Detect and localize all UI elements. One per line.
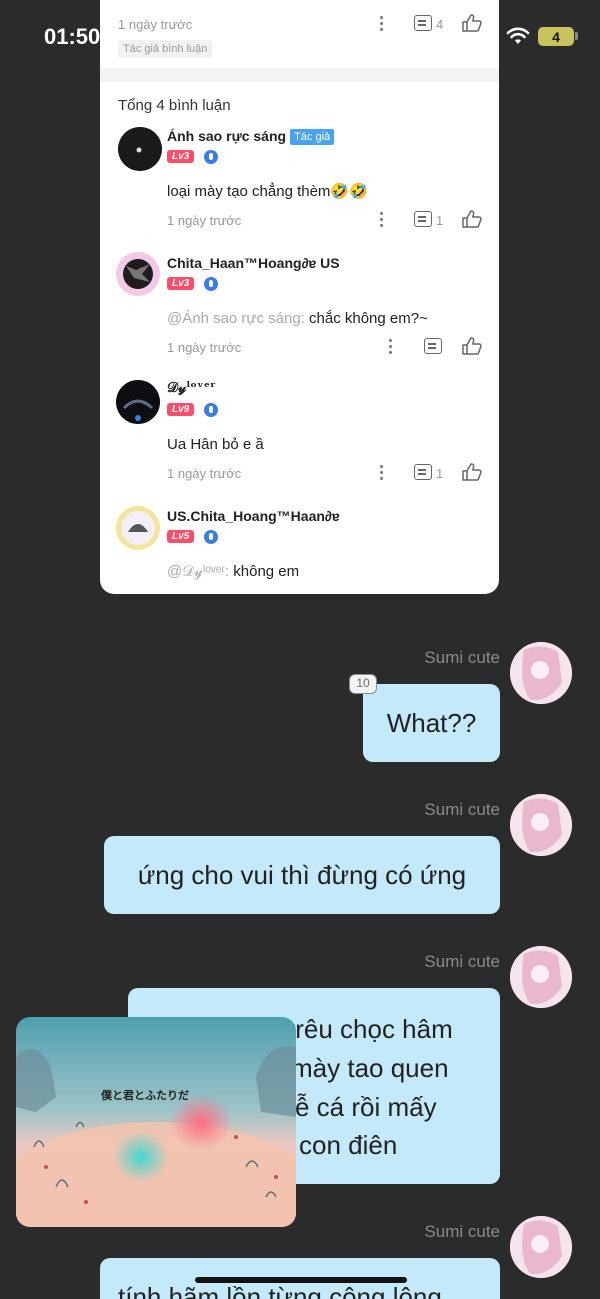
avatar[interactable] <box>116 252 160 296</box>
message-text: ứng cho vui thì đừng có ứng <box>137 859 467 890</box>
more-icon[interactable] <box>380 16 384 32</box>
battery-level: 4 <box>552 28 560 45</box>
comments-card: 1 ngày trước 4 Tác giả bình luận Tổng 4 … <box>100 0 499 594</box>
reply-count: 1 <box>436 213 444 228</box>
status-time: 01:50 <box>44 24 101 49</box>
comment-body: không em <box>229 563 300 580</box>
sender-name: Sumi cute <box>424 952 500 971</box>
comment-author-name[interactable]: US.Chita_Hoang™Haan∂ɐ <box>167 508 340 524</box>
comment-author-name: Ánh sao rực sáng <box>167 128 287 144</box>
comment-text: Ua Hân bỏ e ầ <box>167 436 264 453</box>
post-time: 1 ngày trước <box>118 17 193 32</box>
comment-time: 1 ngày trước <box>167 213 242 228</box>
verified-icon <box>204 277 218 291</box>
message-line: con điên <box>299 1130 398 1160</box>
message-text: What?? <box>386 707 477 738</box>
mention[interactable]: @𝒟𝓎ˡᵒᵛᵉʳ: <box>167 563 229 580</box>
avatar[interactable] <box>118 127 162 171</box>
sender-name: Sumi cute <box>424 648 500 667</box>
reply-icon[interactable] <box>424 338 442 354</box>
avatar[interactable] <box>510 946 572 1008</box>
message-line: ễ cá rồi mấy <box>295 1092 437 1122</box>
comment-body: chắc không em?~ <box>304 310 428 327</box>
comment-text: @Ánh sao rực sáng: chắc không em?~ <box>167 310 428 327</box>
comment-icon[interactable] <box>414 15 432 31</box>
reply-count-badge[interactable]: 10 <box>349 674 377 694</box>
comment-author-name[interactable]: 𝒟𝓎ˡᵒᵛᵉʳ <box>167 380 216 396</box>
sender-name: Sumi cute <box>424 800 500 819</box>
comment-time: 1 ngày trước <box>167 340 242 355</box>
comment-text: @𝒟𝓎ˡᵒᵛᵉʳ: không em <box>167 563 299 580</box>
post-meta: 1 ngày trước 4 Tác giả bình luận <box>100 0 499 68</box>
reply-icon[interactable] <box>414 211 432 227</box>
sender-name: Sumi cute <box>424 1222 500 1241</box>
author-comment-tag: Tác giả bình luận <box>118 40 213 58</box>
level-badge: Lv3 <box>167 150 195 163</box>
wifi-icon <box>506 27 530 44</box>
verified-icon <box>204 530 218 544</box>
avatar[interactable] <box>510 794 572 856</box>
sticker-image[interactable]: 僕と君とふたりだ <box>16 1017 296 1227</box>
sticker-caption: 僕と君とふたりだ <box>100 1088 189 1102</box>
level-badge: Lv3 <box>167 277 195 290</box>
home-indicator[interactable] <box>195 1277 407 1283</box>
more-icon[interactable] <box>389 339 393 355</box>
comment-author[interactable]: Ánh sao rực sáng Tác giả <box>167 128 335 145</box>
message-bubble[interactable]: ứng cho vui thì đừng có ứng <box>104 836 500 914</box>
level-badge: Lv9 <box>167 403 195 416</box>
reply-count: 1 <box>436 466 444 481</box>
like-icon[interactable] <box>462 210 482 228</box>
battery-indicator: 4 <box>538 27 574 46</box>
post-comment-count: 4 <box>436 17 444 32</box>
avatar[interactable] <box>510 642 572 704</box>
like-icon[interactable] <box>462 463 482 481</box>
avatar[interactable] <box>510 1216 572 1278</box>
avatar[interactable] <box>116 506 160 550</box>
like-icon[interactable] <box>462 14 482 32</box>
avatar[interactable] <box>116 380 160 424</box>
like-icon[interactable] <box>462 337 482 355</box>
message-bubble[interactable]: What?? <box>363 684 500 762</box>
battery-cap <box>575 32 578 40</box>
mention[interactable]: @Ánh sao rực sáng: <box>167 310 305 327</box>
comment-author-name[interactable]: Chita_Haan™Hoang∂ɐ US <box>167 255 340 271</box>
author-tag: Tác giả <box>290 129 335 145</box>
verified-icon <box>204 403 218 417</box>
message-line: mày tao quen <box>291 1053 449 1083</box>
total-comments: Tổng 4 bình luận <box>118 97 231 114</box>
message-text: tính hãm lồn từng công lông <box>118 1282 442 1299</box>
more-icon[interactable] <box>380 465 384 481</box>
comment-time: 1 ngày trước <box>167 466 242 481</box>
separator <box>100 68 499 82</box>
reply-icon[interactable] <box>414 464 432 480</box>
comment-text: loại mày tạo chẳng thèm🤣🤣 <box>167 183 368 200</box>
message-line: trêu chọc hâm <box>288 1014 453 1044</box>
verified-icon <box>204 150 218 164</box>
level-badge: Lv5 <box>167 530 195 543</box>
more-icon[interactable] <box>380 212 384 228</box>
